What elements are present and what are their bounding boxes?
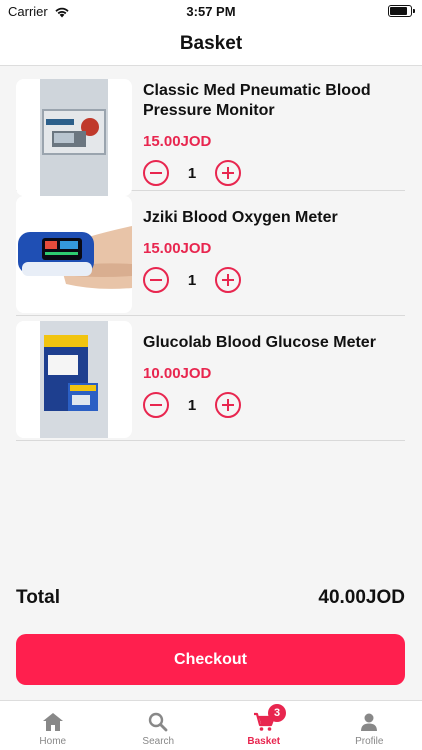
home-icon xyxy=(42,713,63,731)
tab-label: Basket xyxy=(247,736,281,747)
tab-label: Search xyxy=(142,736,175,747)
increase-quantity-button[interactable] xyxy=(215,392,241,418)
tab-home[interactable]: Home xyxy=(0,701,106,750)
basket-item: Glucolab Blood Glucose Meter 10.00JOD 1 xyxy=(16,316,405,441)
tab-label: Profile xyxy=(355,736,384,747)
basket-list: Classic Med Pneumatic Blood Pressure Mon… xyxy=(16,66,405,441)
basket-item: Jziki Blood Oxygen Meter 15.00JOD 1 xyxy=(16,191,405,316)
quantity-value: 1 xyxy=(187,271,197,289)
increase-quantity-button[interactable] xyxy=(215,160,241,186)
basket-item: Classic Med Pneumatic Blood Pressure Mon… xyxy=(16,66,405,196)
total-row: Total 40.00JOD xyxy=(16,587,405,609)
person-icon xyxy=(361,713,378,731)
blood-pressure-monitor-icon xyxy=(16,79,132,196)
pulse-oximeter-icon xyxy=(16,196,132,313)
product-price: 10.00JOD xyxy=(143,365,212,382)
total-value: 40.00JOD xyxy=(318,587,405,608)
product-name[interactable]: Classic Med Pneumatic Blood Pressure Mon… xyxy=(143,81,398,121)
tab-bar: Home Search 3 Basket Profile xyxy=(0,700,422,750)
quantity-stepper: 1 xyxy=(143,267,398,293)
product-price: 15.00JOD xyxy=(143,133,212,150)
quantity-stepper: 1 xyxy=(143,160,398,186)
increase-quantity-button[interactable] xyxy=(215,267,241,293)
product-image[interactable] xyxy=(16,79,132,196)
battery-icon xyxy=(388,5,415,17)
checkout-button[interactable]: Checkout xyxy=(16,634,405,685)
battery-level xyxy=(390,7,408,15)
product-name[interactable]: Jziki Blood Oxygen Meter xyxy=(143,208,398,228)
cart-count-badge: 3 xyxy=(268,704,286,722)
product-image[interactable] xyxy=(16,321,132,438)
tab-search[interactable]: Search xyxy=(106,701,212,750)
quantity-value: 1 xyxy=(187,164,197,182)
status-time: 3:57 PM xyxy=(186,4,236,19)
tab-basket[interactable]: 3 Basket xyxy=(211,701,317,750)
search-icon xyxy=(149,712,168,732)
page-title: Basket xyxy=(179,32,243,54)
product-image[interactable] xyxy=(16,196,132,313)
quantity-value: 1 xyxy=(187,396,197,414)
quantity-stepper: 1 xyxy=(143,392,398,418)
decrease-quantity-button[interactable] xyxy=(143,267,169,293)
tab-label: Home xyxy=(39,736,67,747)
decrease-quantity-button[interactable] xyxy=(143,160,169,186)
nav-header: Basket xyxy=(0,22,422,66)
tab-profile[interactable]: Profile xyxy=(317,701,422,750)
glucose-meter-icon xyxy=(16,321,132,438)
decrease-quantity-button[interactable] xyxy=(143,392,169,418)
total-label: Total xyxy=(16,587,60,608)
product-price: 15.00JOD xyxy=(143,240,212,257)
status-bar: Carrier 3:57 PM xyxy=(0,0,422,22)
product-name[interactable]: Glucolab Blood Glucose Meter xyxy=(143,333,398,353)
